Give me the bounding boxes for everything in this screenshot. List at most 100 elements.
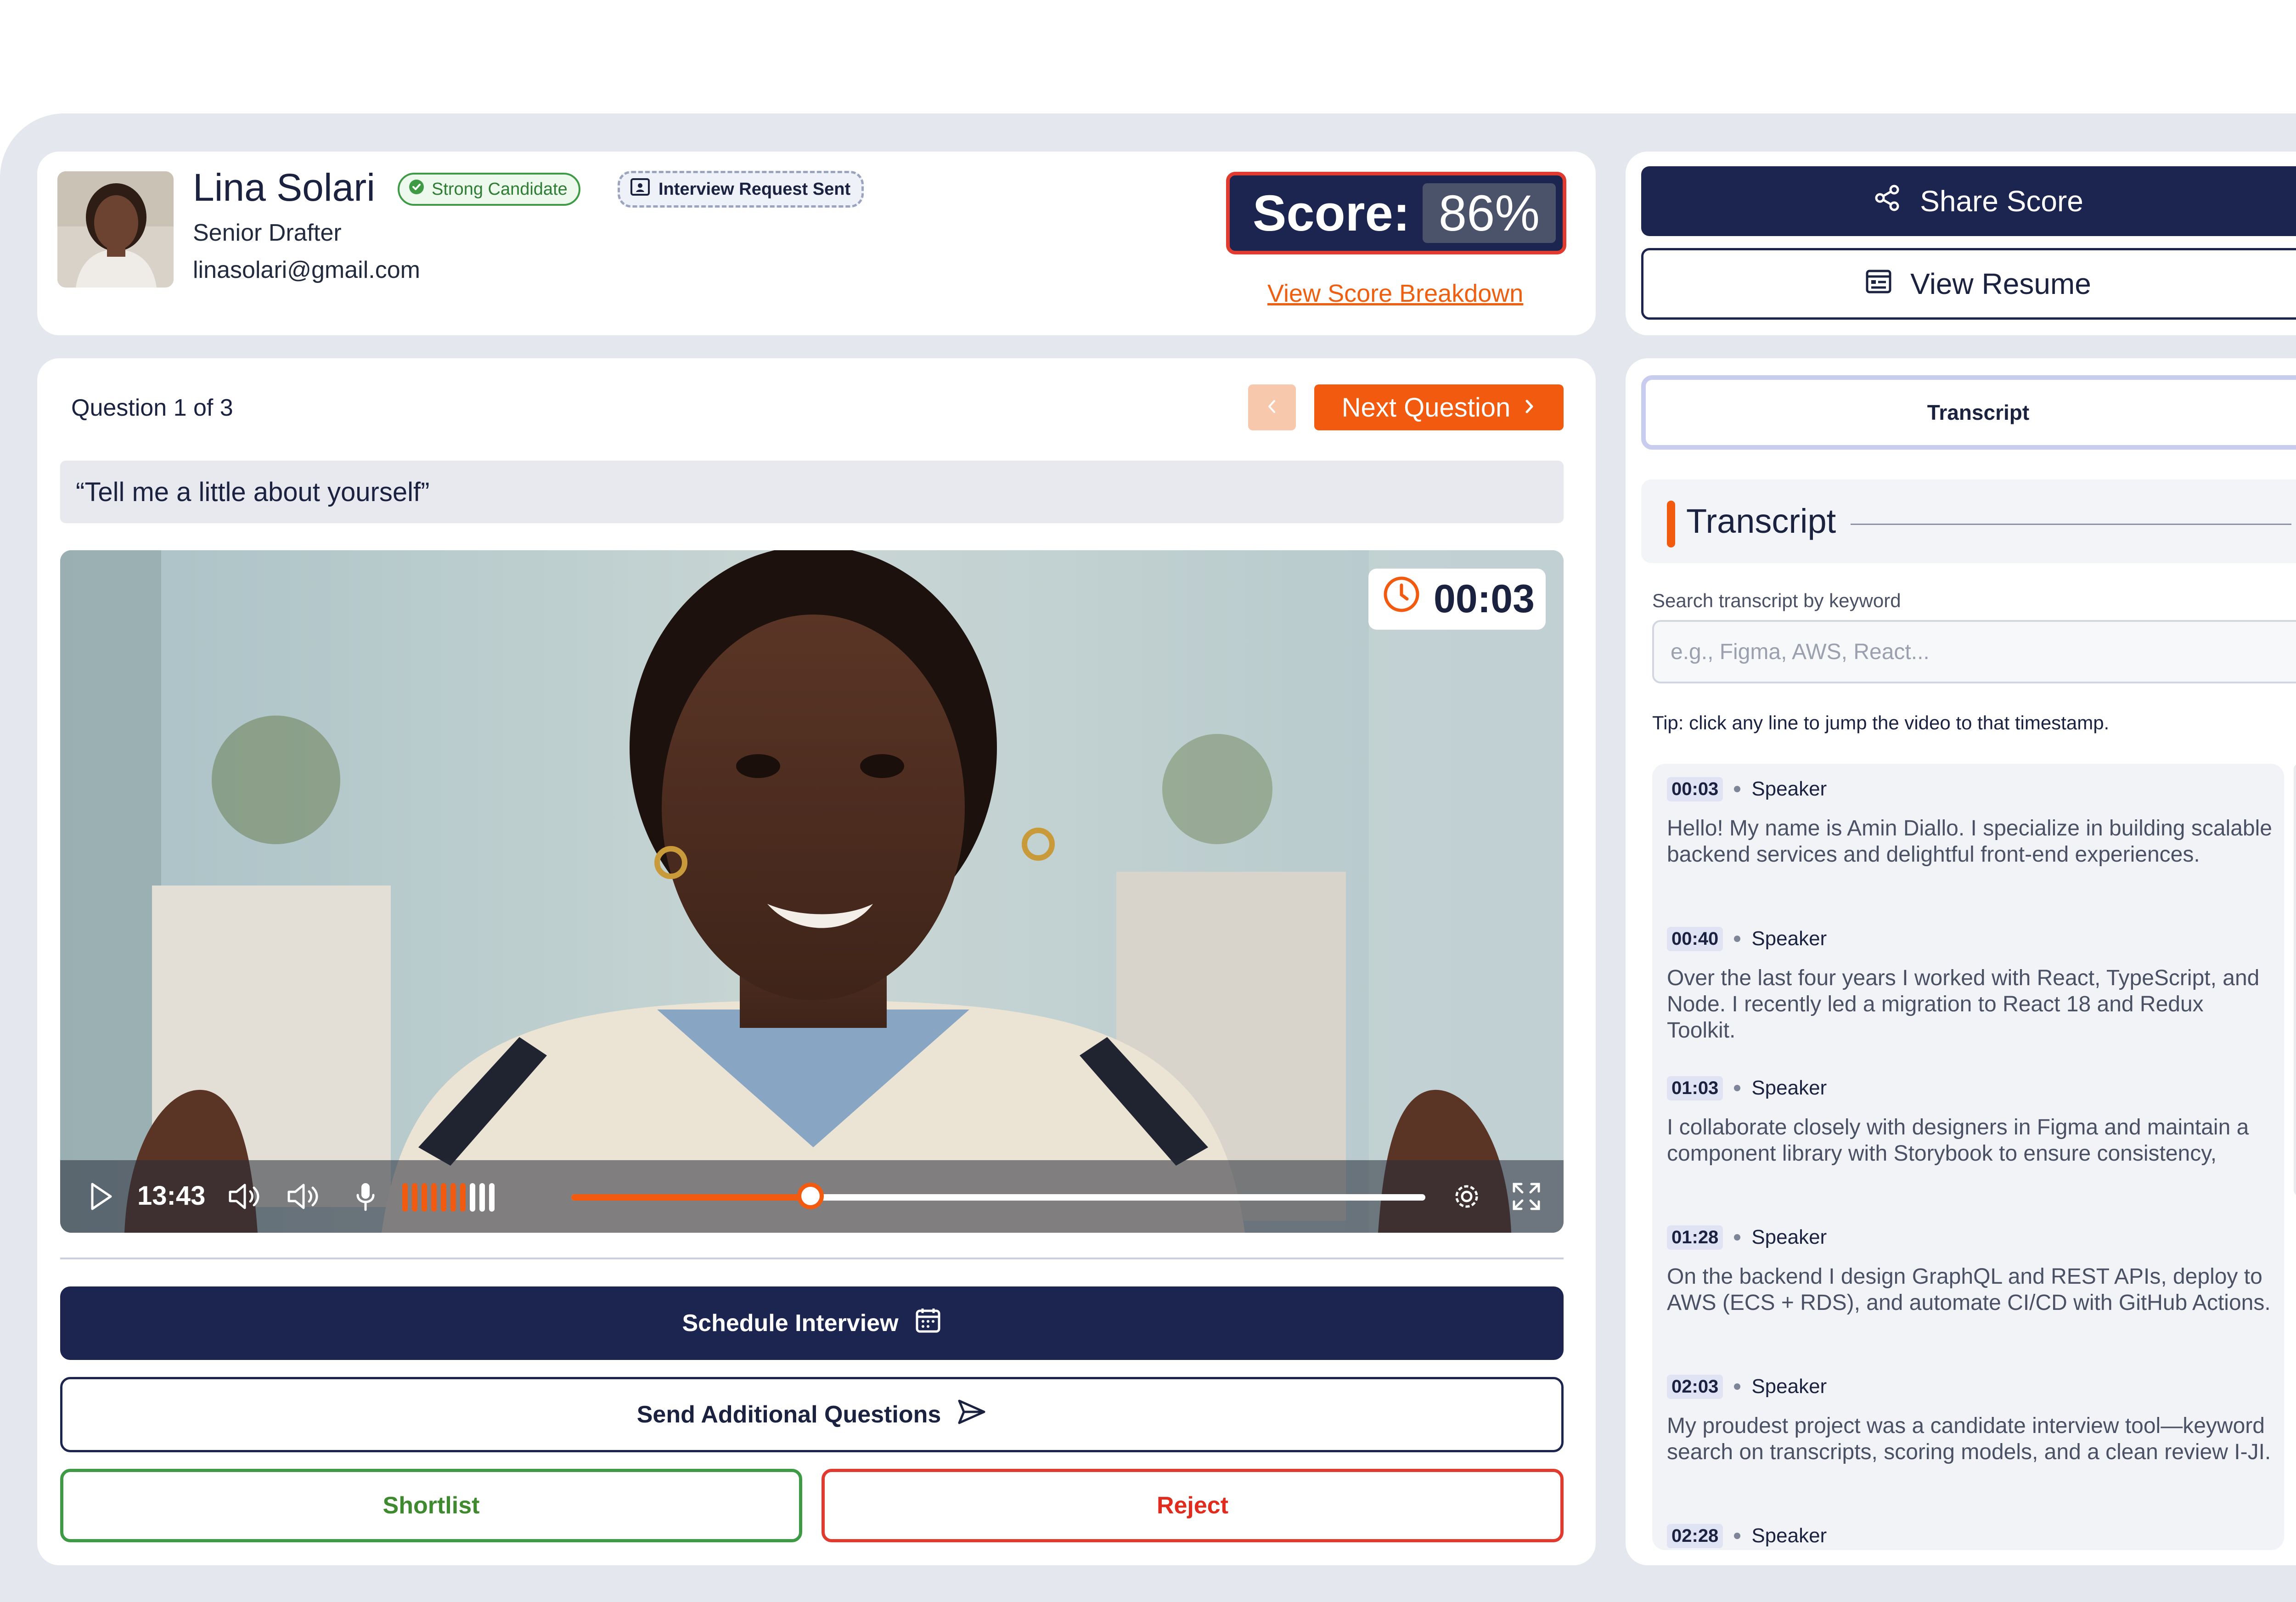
send-additional-questions-button[interactable]: Send Additional Questions	[60, 1377, 1564, 1452]
answer-timer: 00:03	[1368, 569, 1546, 630]
transcript-list: 00:03 Speaker Hello! My name is Amin Dia…	[1652, 764, 2284, 1550]
settings-gear-icon[interactable]	[1452, 1181, 1482, 1214]
transcript-entry[interactable]: 01:28 Speaker On the backend I design Gr…	[1667, 1224, 2273, 1316]
separator-dot	[1734, 936, 1741, 942]
next-question-button[interactable]: Next Question	[1314, 384, 1564, 430]
separator-dot	[1734, 1234, 1741, 1241]
question-prompt: “Tell me a little about yourself”	[60, 461, 1564, 523]
transcript-title: Transcript	[1686, 502, 1836, 540]
question-counter: Question 1 of 3	[71, 395, 233, 421]
next-question-label: Next Question	[1341, 392, 1511, 423]
mic-level-bar	[441, 1183, 446, 1212]
fullscreen-icon[interactable]	[1511, 1181, 1542, 1214]
id-card-icon	[630, 178, 650, 201]
transcript-header-rule	[1851, 524, 2291, 525]
interview-request-label: Interview Request Sent	[658, 179, 851, 199]
transcript-tip: Tip: click any line to jump the video to…	[1652, 712, 2110, 733]
clock-icon	[1382, 575, 1421, 623]
entry-timestamp[interactable]: 00:40	[1667, 926, 1723, 951]
play-icon[interactable]	[87, 1180, 114, 1215]
video-controls: 13:43	[60, 1160, 1564, 1233]
mic-level-bar	[431, 1183, 437, 1212]
entry-text: My proudest project was a candidate inte…	[1667, 1414, 2271, 1464]
video-player[interactable]	[60, 550, 1564, 1233]
strong-candidate-label: Strong Candidate	[432, 179, 568, 199]
entry-speaker: Speaker	[1751, 1226, 1827, 1248]
candidate-role: Senior Drafter	[193, 220, 342, 246]
check-circle-icon	[409, 179, 424, 199]
transcript-entry[interactable]: 02:03 Speaker My proudest project was a …	[1667, 1373, 2273, 1465]
entry-timestamp[interactable]: 00:03	[1667, 777, 1723, 801]
score-label: Score:	[1253, 185, 1410, 242]
send-icon	[957, 1398, 987, 1432]
mic-level-bar	[460, 1183, 466, 1212]
entry-timestamp[interactable]: 02:28	[1667, 1523, 1723, 1548]
resume-icon	[1865, 267, 1892, 301]
separator-dot	[1734, 786, 1741, 792]
entry-speaker: Speaker	[1751, 1524, 1827, 1547]
entry-text: Over the last four years I worked with R…	[1667, 966, 2260, 1043]
chevron-right-icon	[1522, 392, 1536, 423]
entry-text: I collaborate closely with designers in …	[1667, 1115, 2249, 1166]
entry-speaker: Speaker	[1751, 927, 1827, 950]
score-box: Score: 86%	[1226, 172, 1566, 254]
score-value: 86%	[1423, 183, 1556, 243]
entry-timestamp[interactable]: 02:03	[1667, 1374, 1723, 1399]
reject-button[interactable]: Reject	[822, 1469, 1564, 1542]
mic-level-bar	[489, 1183, 495, 1212]
schedule-interview-label: Schedule Interview	[682, 1310, 899, 1337]
entry-timestamp[interactable]: 01:03	[1667, 1076, 1723, 1100]
entry-timestamp[interactable]: 01:28	[1667, 1225, 1723, 1250]
view-resume-button[interactable]: View Resume	[1641, 248, 2296, 320]
timer-value: 00:03	[1434, 577, 1535, 621]
view-score-breakdown-link[interactable]: View Score Breakdown	[1267, 279, 1523, 308]
interview-request-badge: Interview Request Sent	[618, 171, 864, 208]
transcript-entry[interactable]: 00:40 Speaker Over the last four years I…	[1667, 925, 2273, 1044]
transcript-entry[interactable]: 00:03 Speaker Hello! My name is Amin Dia…	[1667, 776, 2273, 868]
candidate-email: linasolari@gmail.com	[193, 257, 420, 283]
transcript-search-input[interactable]	[1652, 620, 2296, 683]
view-resume-label: View Resume	[1910, 267, 2091, 300]
shortlist-button[interactable]: Shortlist	[60, 1469, 802, 1542]
entry-text: Hello! My name is Amin Diallo. I special…	[1667, 816, 2272, 867]
speaker-icon[interactable]	[285, 1180, 322, 1215]
candidate-name: Lina Solari	[193, 166, 375, 209]
mic-level-bar	[479, 1183, 485, 1212]
video-progress-track[interactable]	[571, 1183, 1425, 1209]
transcript-scrollbar[interactable]	[2294, 764, 2296, 1196]
transcript-search-label: Search transcript by keyword	[1652, 590, 1901, 611]
entry-text: On the backend I design GraphQL and REST…	[1667, 1264, 2271, 1315]
tab-transcript[interactable]: Transcript	[1641, 375, 2296, 450]
elapsed-time: 13:43	[137, 1181, 206, 1211]
chevron-left-icon	[1265, 397, 1279, 418]
candidate-avatar	[57, 171, 174, 288]
transcript-entry[interactable]: 01:03 Speaker I collaborate closely with…	[1667, 1075, 2273, 1167]
strong-candidate-badge: Strong Candidate	[398, 173, 580, 206]
mic-level-bar	[412, 1183, 417, 1212]
mic-level-bar	[450, 1183, 456, 1212]
share-score-label: Share Score	[1920, 185, 2083, 218]
transcript-accent-bar	[1667, 501, 1675, 547]
microphone-icon[interactable]	[354, 1180, 377, 1215]
separator-dot	[1734, 1383, 1741, 1390]
divider	[60, 1258, 1564, 1259]
mic-level-bar	[402, 1183, 408, 1212]
transcript-header: Transcript	[1641, 479, 2296, 563]
share-icon	[1873, 184, 1902, 219]
separator-dot	[1734, 1533, 1741, 1539]
video-progress-fill	[571, 1194, 810, 1201]
share-score-button[interactable]: Share Score	[1641, 166, 2296, 236]
video-progress-handle[interactable]	[797, 1183, 824, 1209]
volume-icon[interactable]	[226, 1180, 263, 1215]
mic-level-meter	[402, 1183, 495, 1212]
previous-question-button[interactable]	[1248, 384, 1296, 430]
entry-speaker: Speaker	[1751, 1375, 1827, 1398]
schedule-interview-button[interactable]: Schedule Interview	[60, 1286, 1564, 1360]
send-questions-label: Send Additional Questions	[636, 1401, 941, 1428]
calendar-icon	[914, 1307, 942, 1340]
separator-dot	[1734, 1085, 1741, 1091]
transcript-entry[interactable]: 02:28 Speaker	[1667, 1523, 2273, 1549]
entry-speaker: Speaker	[1751, 1077, 1827, 1099]
mic-level-bar	[470, 1183, 475, 1212]
entry-speaker: Speaker	[1751, 778, 1827, 800]
